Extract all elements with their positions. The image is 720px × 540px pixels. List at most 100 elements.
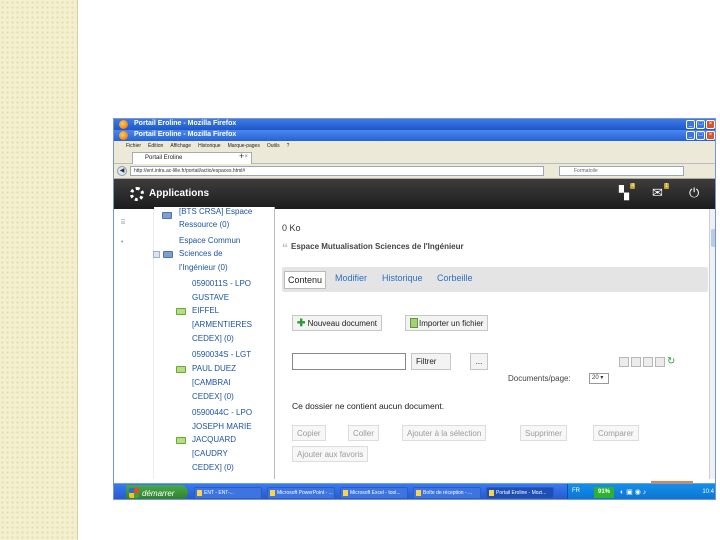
import-file-button[interactable]: Importer un fichier [405,315,489,331]
language-indicator[interactable]: FR [572,488,580,494]
taskbar-item[interactable]: Portail Eroline - Mozi... [486,487,554,499]
import-icon [410,318,418,328]
tree-item[interactable]: [BTS CRSA] Espace [179,205,252,218]
tree-item[interactable]: EIFFEL [192,304,219,317]
start-label: démarrer [142,489,175,498]
add-to-favorites-button[interactable]: Ajouter aux favoris [292,446,369,462]
plus-icon: ✚ [297,317,306,329]
title-bar: Portail Eroline - Mozilla Firefox _ □ × [114,119,715,130]
left-panel: ⌸ • [114,209,154,479]
tab-history[interactable]: Historique [382,273,423,283]
tree-item[interactable]: [CAUDRY [192,447,228,460]
tree-item[interactable]: PAUL DUEZ [192,362,236,375]
menu-history[interactable]: Historique [198,143,221,149]
add-to-selection-button[interactable]: Ajouter à la sélection [402,425,487,441]
taskbar-item[interactable]: ENT - ENT-... [194,487,262,499]
menu-view[interactable]: Affichage [170,143,191,149]
browser-tab[interactable]: Portail Eroline × [132,152,252,164]
view-mode-icons: ↻ [619,357,677,367]
browser-screenshot: Portail Eroline - Mozilla Firefox _ □ × … [113,118,716,500]
tree-item[interactable]: [CAMBRAI [192,376,231,389]
applications-title[interactable]: Applications [149,188,209,199]
navigation-bar: ◀ http://ent.intra.ac-lille.fr/portail/a… [114,164,715,179]
thumbnail-view-icon[interactable] [655,357,665,367]
back-arrow-icon[interactable]: ◀ [117,166,127,176]
taskbar-item[interactable]: Microsoft Excel - tool... [340,487,408,499]
tree-item[interactable]: JOSEPH MARIE [192,420,252,433]
minimize-icon[interactable]: _ [686,120,695,129]
maximize-icon[interactable]: □ [696,131,705,140]
tree-expander-icon[interactable] [153,251,160,258]
taskbar-item[interactable]: Boîte de réception - ... [413,487,481,499]
tree-item[interactable]: 0590034S - LGT [192,348,251,361]
battery-indicator[interactable]: 91% [594,487,614,498]
tree-item[interactable]: JACQUARD [192,433,236,446]
small-bullet-icon: • [121,239,124,246]
tree-item[interactable]: GUSTAVE [192,291,229,304]
tree-item[interactable]: Sciences de [179,247,223,260]
start-button[interactable]: démarrer [126,485,188,499]
tree-item[interactable]: CEDEX] (0) [192,332,234,345]
title-bar-second: Portail Eroline - Mozilla Firefox _ □ × [114,130,715,141]
mail-icon[interactable]: ✉ 1 [652,183,669,200]
folder-icon [176,308,186,315]
tree-item[interactable]: CEDEX] (0) [192,390,234,403]
folder-icon [163,251,173,258]
clock: 10:4 [702,489,714,495]
tree-item[interactable]: 0590011S - LPO [192,277,251,290]
window-controls: _ □ × [686,120,715,129]
address-bar[interactable]: http://ent.intra.ac-lille.fr/portail/act… [130,166,544,176]
tree-item[interactable]: l'Ingénieur (0) [179,261,228,274]
menu-help[interactable]: ? [287,143,290,149]
menu-bookmarks[interactable]: Marque-pages [228,143,260,149]
tray-icons[interactable]: ◐ ▣ ◉ ♪ [620,488,646,496]
window-title-second: Portail Eroline - Mozilla Firefox [134,131,237,138]
tree-item[interactable]: Espace Commun [179,234,240,247]
filter-button[interactable]: Filtrer [411,353,451,370]
window-controls-second: _ □ × [686,131,715,140]
more-options-button[interactable]: ... [470,353,488,370]
decorative-strip [0,0,78,540]
close-icon[interactable]: × [706,131,715,140]
tab-modify[interactable]: Modifier [335,273,367,283]
filter-input[interactable] [292,353,406,370]
minimize-icon[interactable]: _ [686,131,695,140]
delete-button[interactable]: Supprimer [520,425,567,441]
close-icon[interactable]: × [706,120,715,129]
documents-per-page-label: Documents/page: [508,374,571,383]
menu-tools[interactable]: Outils [267,143,280,149]
content-tabs: Contenu Modifier Historique Corbeille [282,267,708,292]
scrollbar-thumb[interactable] [711,229,715,247]
mail-badge: 1 [664,183,669,189]
compare-button[interactable]: Comparer [593,425,639,441]
taskbar-item[interactable]: Microsoft PowerPoint - ... [267,487,335,499]
refresh-icon[interactable]: ↻ [667,357,677,367]
notifications-icon[interactable]: ▚ 4 [619,183,635,200]
detail-view-icon[interactable] [631,357,641,367]
tab-content[interactable]: Contenu [284,271,327,289]
tree-item[interactable]: 0590044C - LPO [192,406,252,419]
list-view-icon[interactable] [619,357,629,367]
vertical-scrollbar[interactable] [709,209,715,479]
paste-button[interactable]: Coller [348,425,379,441]
folder-icon [162,212,172,219]
new-tab-icon[interactable]: + [239,152,244,161]
maximize-icon[interactable]: □ [696,120,705,129]
menu-file[interactable]: Fichier [126,143,141,149]
search-box[interactable]: Formatoile [559,166,684,176]
grid-view-icon[interactable] [643,357,653,367]
power-icon[interactable]: ⏻ [689,186,699,200]
tab-close-icon[interactable]: × [244,154,248,160]
documents-per-page-select[interactable]: 20 ▾ [589,373,609,384]
copy-button[interactable]: Copier [292,425,326,441]
new-document-label: Nouveau document [307,318,378,328]
menu-bar: Fichier Édition Affichage Historique Mar… [114,141,715,150]
menu-edit[interactable]: Édition [148,143,163,149]
gear-icon[interactable] [130,187,144,201]
tree-item[interactable]: CEDEX] (0) [192,461,234,474]
tree-item[interactable]: [ARMENTIERES [192,318,252,331]
new-document-button[interactable]: ✚ Nouveau document [292,315,383,331]
tab-trash[interactable]: Corbeille [437,273,473,283]
tree-item[interactable]: Ressource (0) [179,218,229,231]
quote-icon: “ [282,241,288,255]
